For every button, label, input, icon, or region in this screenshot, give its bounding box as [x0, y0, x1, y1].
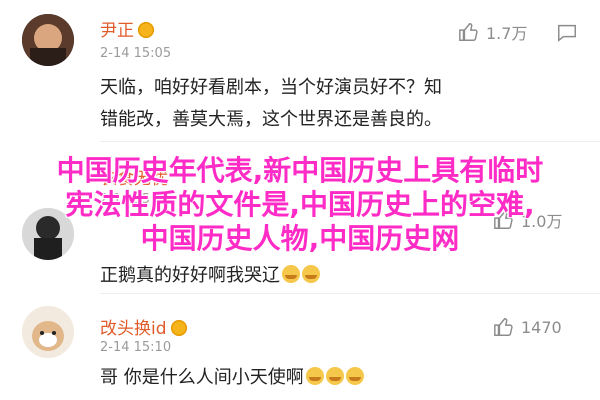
overlay-title: 中国历史年代表,新中国历史上具有临时 宪法性质的文件是,中国历史上的空难, 中国… [0, 154, 600, 256]
comment-line: 正鹅真的好好啊我哭辽 [100, 265, 280, 286]
comment-text: 天临，咱好好看剧本，当个好演员好不？知 错能改，善莫大焉，这个世界还是善良的。 [100, 72, 576, 136]
username-text[interactable]: 改头换id [100, 319, 167, 339]
thumbs-up-icon [459, 23, 478, 41]
comment-bubble-icon[interactable] [556, 22, 578, 44]
timestamp: 2-14 15:10 [100, 340, 172, 355]
crying-emoji-icon [325, 367, 344, 385]
timestamp: 2-14 15:05 [100, 46, 172, 61]
crying-emoji-icon [345, 367, 364, 385]
avatar-image [22, 14, 74, 66]
crying-emoji-icon [302, 265, 320, 283]
comment-line: 错能改，善莫大焉，这个世界还是善良的。 [100, 109, 442, 130]
crying-emoji-icon [305, 367, 324, 385]
like-button[interactable]: 1470 [493, 316, 562, 338]
vip-badge-icon [170, 320, 187, 336]
like-count: 1470 [521, 317, 562, 337]
comment-1: 尹正 2-14 15:05 1.7万 天临，咱好好看剧本，当个好演员好不？知 错… [0, 0, 600, 140]
avatar-image [22, 306, 74, 358]
comment-line: 哥 你是什么人间小天使啊 [100, 367, 304, 388]
overlay-line: 中国历史人物,中国历史网 [140, 222, 460, 255]
comment-3: 改头换id 2-14 15:10 1470 哥 你是什么人间小天使啊 [0, 294, 600, 400]
thumbs-up-icon [494, 318, 513, 336]
comment-text: 正鹅真的好好啊我哭辽 [100, 260, 576, 292]
avatar[interactable] [22, 306, 74, 358]
comment-text: 哥 你是什么人间小天使啊 [100, 362, 576, 394]
username-text[interactable]: 尹正 [100, 21, 134, 41]
username[interactable]: 尹正 [100, 16, 154, 41]
vip-badge-icon [138, 22, 154, 38]
overlay-line: 中国历史年代表,新中国历史上具有临时 [56, 154, 544, 187]
comment-line: 天临，咱好好看剧本，当个好演员好不？知 [100, 77, 442, 98]
avatar[interactable] [22, 14, 74, 66]
crying-emoji-icon [282, 265, 300, 283]
username[interactable]: 改头换id [100, 314, 187, 339]
overlay-line: 宪法性质的文件是,中国历史上的空难, [65, 188, 535, 221]
like-count: 1.7万 [486, 24, 528, 43]
like-button[interactable]: 1.7万 [458, 20, 527, 44]
